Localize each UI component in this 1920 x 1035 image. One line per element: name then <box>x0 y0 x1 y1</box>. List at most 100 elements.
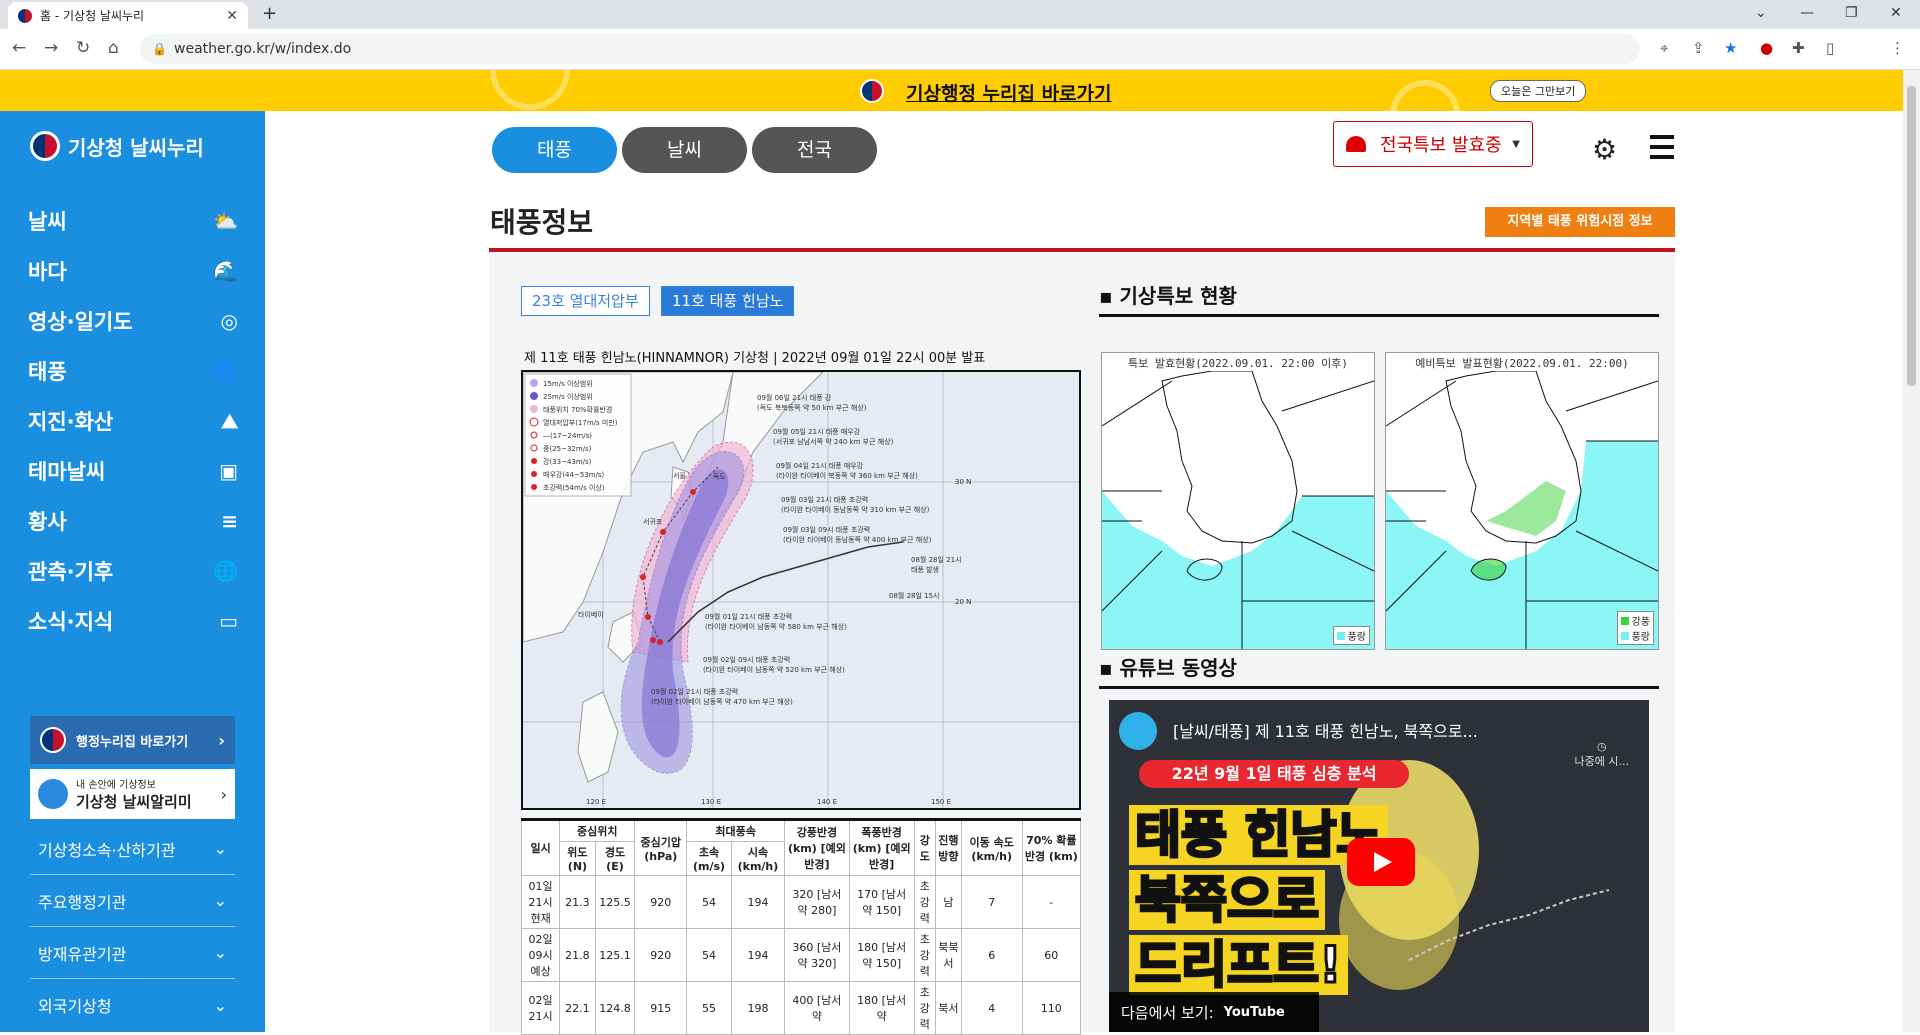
more-menu-icon[interactable]: ⋮ <box>1890 39 1905 57</box>
page-scrollbar[interactable] <box>1903 70 1920 1032</box>
warning-map-preliminary-svg <box>1386 371 1658 649</box>
sidebar-item-theme[interactable]: 테마날씨 ▣ <box>28 456 238 486</box>
regional-risk-button[interactable]: 지역별 태풍 위험시점 정보 <box>1485 207 1675 237</box>
youtube-play-icon[interactable] <box>1347 838 1415 886</box>
tab-title: 홈 - 기상청 날씨누리 <box>40 9 145 23</box>
channel-avatar[interactable] <box>1119 712 1157 750</box>
special-warning-dropdown[interactable]: 전국특보 발효중 ▼ <box>1333 121 1533 167</box>
video-title[interactable]: [날씨/태풍] 제 11호 태풍 힌남노, 북쪽으로... <box>1173 718 1553 742</box>
svg-text:태풍 발생: 태풍 발생 <box>911 565 939 574</box>
extensions-icon[interactable]: ✚ <box>1792 39 1805 57</box>
svg-text:09월 02일 09시 태풍 초강력: 09월 02일 09시 태풍 초강력 <box>703 655 790 664</box>
minimize-icon[interactable]: — <box>1800 5 1814 21</box>
weather-alert-app-button[interactable]: 내 손안에 기상정보 기상청 날씨알리미 › <box>30 769 235 819</box>
decor-circle <box>1390 80 1460 111</box>
gale-swatch <box>1620 631 1629 640</box>
tab-search-icon[interactable]: ⌄ <box>1755 5 1767 21</box>
admin-portal-button[interactable]: 행정누리집 바로가기 › <box>30 716 235 764</box>
tab-depression-23[interactable]: 23호 열대저압부 <box>521 286 650 316</box>
tab-weather[interactable]: 날씨 <box>622 127 747 173</box>
tab-nationwide[interactable]: 전국 <box>752 127 877 173</box>
share-icon[interactable]: ⇪ <box>1692 39 1705 57</box>
sidebar-item-dust[interactable]: 황사 ≡ <box>28 506 238 536</box>
col-ms: 초속 (m/s) <box>686 841 732 876</box>
youtube-player[interactable]: [날씨/태풍] 제 11호 태풍 힌남노, 북쪽으로... ◷ 나중에 시...… <box>1109 700 1649 1032</box>
svg-text:독도: 독도 <box>713 473 726 481</box>
warning-map-legend: 풍랑 <box>1332 626 1370 645</box>
section-divider <box>1099 686 1659 689</box>
admin-portal-link[interactable]: 기상행정 누리집 바로가기 <box>906 79 1112 106</box>
col-kmh: 시속 (km/h) <box>730 841 786 876</box>
typhoon-track-map[interactable]: 15m/s 이상범위 25m/s 이상범위 태풍위치 70%확률반경 열대저압부… <box>521 370 1081 810</box>
subnav-affiliated[interactable]: 기상청소속·산하기관 ⌄ <box>30 823 235 875</box>
table-row: 02일 09시 예상 21.8 125.1 920 54 194 360 [남서 약 320… <box>520 928 1082 982</box>
subnav-foreign[interactable]: 외국기상청 ⌄ <box>30 979 235 1031</box>
window-close-icon[interactable]: ✕ <box>1890 5 1902 21</box>
clock-icon: ◷ <box>1596 740 1607 753</box>
table-row: 02일 21시 22.1 124.8 915 55 198 400 [남서 약 180 [남서… <box>520 981 1082 1035</box>
location-icon[interactable]: ⌖ <box>1660 39 1668 57</box>
site-logo[interactable]: 기상청 날씨누리 <box>30 131 204 161</box>
svg-text:140 E: 140 E <box>817 798 837 806</box>
subnav-admin[interactable]: 주요행정기관 ⌄ <box>30 875 235 927</box>
tab-typhoon-11[interactable]: 11호 태풍 힌남노 <box>661 286 795 316</box>
subnav-disaster[interactable]: 방재유관기관 ⌄ <box>30 927 235 979</box>
url-field[interactable]: 🔒 weather.go.kr/w/index.do <box>140 34 1640 64</box>
dismiss-today-button[interactable]: 오늘은 그만보기 <box>1490 80 1587 102</box>
gale-swatch <box>1336 631 1345 640</box>
youtube-logo: YouTube <box>1223 1004 1285 1020</box>
sidebar-item-imagery[interactable]: 영상·일기도 ◎ <box>28 306 238 336</box>
sidebar-item-earthquake[interactable]: 지진·화산 ⛰ <box>28 406 238 436</box>
extension-badge-icon[interactable]: ● <box>1760 39 1773 57</box>
svg-text:09월 01일 21시 태풍 초강력: 09월 01일 21시 태풍 초강력 <box>705 612 792 621</box>
warning-section-title: ▪ 기상특보 현황 <box>1099 284 1237 308</box>
browser-tab-bar: 홈 - 기상청 날씨누리 ✕ + ⌄ — ❐ ✕ <box>0 0 1920 29</box>
back-icon[interactable]: ← <box>12 38 26 58</box>
home-icon[interactable]: ⌂ <box>108 38 119 58</box>
svg-text:매우강(44~53m/s): 매우강(44~53m/s) <box>543 470 605 479</box>
svg-text:(타이완 타이베이 동남동쪽 약 400 km 부근 해상): (타이완 타이베이 동남동쪽 약 400 km 부근 해상) <box>783 535 932 544</box>
svg-text:09월 02일 21시 태풍 초강력: 09월 02일 21시 태풍 초강력 <box>651 687 738 696</box>
video-icon: ▭ <box>219 609 238 633</box>
side-panel-icon[interactable]: ▯ <box>1826 39 1834 57</box>
cloud-sun-icon: ⛅ <box>213 209 238 233</box>
svg-text:중(25~32m/s): 중(25~32m/s) <box>543 445 592 453</box>
sidebar-item-typhoon[interactable]: 태풍 🌀 <box>28 356 238 386</box>
close-tab-icon[interactable]: ✕ <box>226 8 238 24</box>
svg-text:(타이완 타이베이 남동쪽 약 470 km 부근 해상): (타이완 타이베이 남동쪽 약 470 km 부근 해상) <box>651 697 793 706</box>
lock-icon[interactable]: 🔒 <box>152 34 167 64</box>
sidebar-item-climate[interactable]: 관측·기후 🌐 <box>28 556 238 586</box>
scrollbar-thumb[interactable] <box>1907 86 1916 386</box>
video-headline-2: 북쪽으로 <box>1129 870 1325 931</box>
browser-tab[interactable]: 홈 - 기상청 날씨누리 ✕ <box>8 2 248 29</box>
reload-icon[interactable]: ↻ <box>76 38 90 58</box>
svg-text:150 E: 150 E <box>931 798 951 806</box>
svg-text:타이베이: 타이베이 <box>578 610 604 619</box>
top-banner: 기상행정 누리집 바로가기 오늘은 그만보기 <box>0 70 1903 111</box>
maximize-icon[interactable]: ❐ <box>1845 5 1858 21</box>
forward-icon[interactable]: → <box>44 38 58 58</box>
col-intensity: 강도 <box>913 818 936 876</box>
svg-text:08월 28일 21시: 08월 28일 21시 <box>911 555 962 564</box>
favicon-icon <box>18 8 32 23</box>
gear-icon[interactable]: ⚙ <box>1592 133 1617 166</box>
page-title: 태풍정보 <box>490 206 594 239</box>
track-map-svg: 15m/s 이상범위 25m/s 이상범위 태풍위치 70%확률반경 열대저압부… <box>523 372 1079 808</box>
siren-icon <box>1346 136 1366 152</box>
hamburger-menu-icon[interactable] <box>1650 135 1674 165</box>
svg-text:(타이완 타이베이 북동쪽 약 360 km 부근 해상): (타이완 타이베이 북동쪽 약 360 km 부근 해상) <box>776 471 918 480</box>
wave-icon: 🌊 <box>213 259 238 283</box>
sidebar-item-news[interactable]: 소식·지식 ▭ <box>28 606 238 636</box>
watch-on-youtube[interactable]: 다음에서 보기: YouTube <box>1109 992 1319 1032</box>
sidebar-item-weather[interactable]: 날씨 ⛅ <box>28 206 238 236</box>
svg-text:(타이완 타이베이 남동쪽 약 580 km 부근 해상): (타이완 타이베이 남동쪽 약 580 km 부근 해상) <box>705 622 847 631</box>
bookmark-star-icon[interactable]: ★ <box>1724 39 1737 57</box>
chevron-right-icon: › <box>218 730 225 750</box>
warning-map-current[interactable]: 특보 발효현황(2022.09.01. 22:00 이후) 풍랑 <box>1101 352 1375 650</box>
tab-typhoon[interactable]: 태풍 <box>492 127 617 173</box>
chevron-down-icon: ⌄ <box>213 891 227 910</box>
watch-later-button[interactable]: ◷ 나중에 시... <box>1575 740 1629 769</box>
new-tab-icon[interactable]: + <box>262 3 277 24</box>
sidebar-item-sea[interactable]: 바다 🌊 <box>28 256 238 286</box>
warning-map-preliminary[interactable]: 예비특보 발표현황(2022.09.01. 22:00) 강풍 풍랑 <box>1385 352 1659 650</box>
